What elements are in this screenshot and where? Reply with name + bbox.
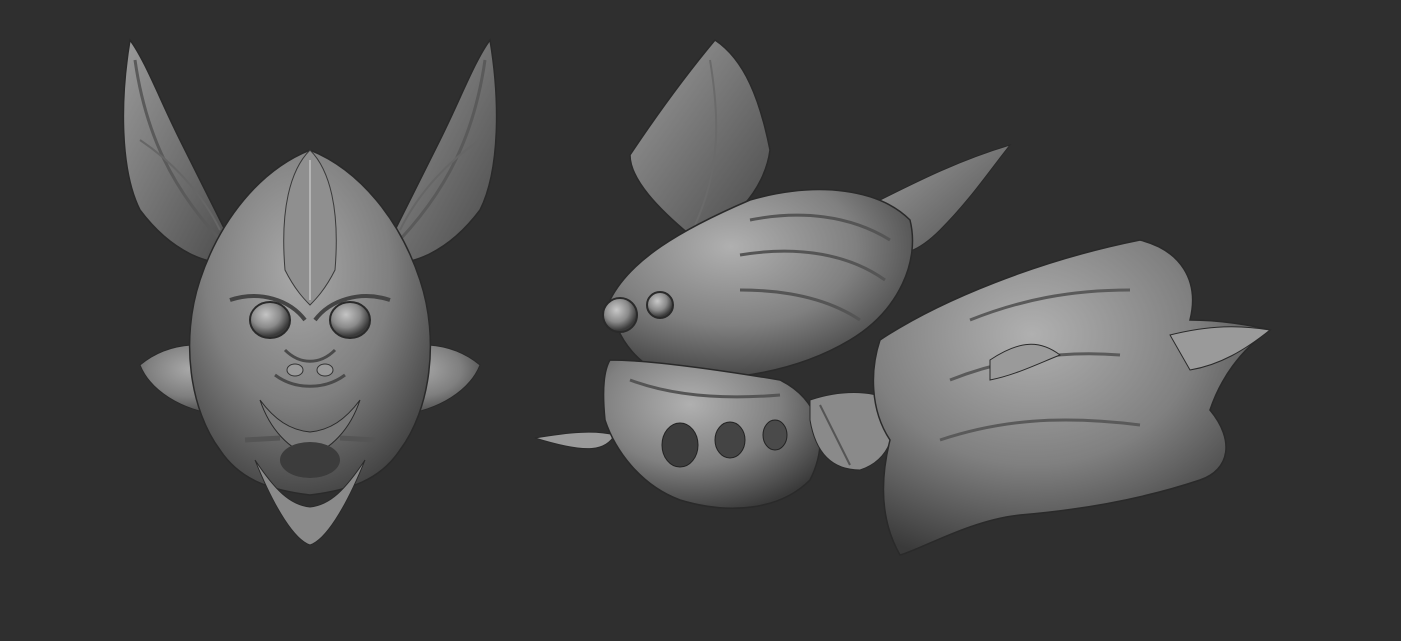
sculpt-viewport — [0, 0, 1401, 641]
side-eye-back — [646, 291, 674, 319]
mandible-spike — [534, 431, 616, 450]
creature-head-side-view — [520, 20, 1300, 580]
creature-head-front-svg — [122, 38, 498, 546]
side-eye-front — [602, 297, 638, 333]
rear-flesh-mass — [872, 239, 1272, 556]
creature-head-front-view — [100, 20, 520, 580]
left-eye — [249, 301, 291, 339]
right-eye — [329, 301, 371, 339]
creature-head-side-svg — [534, 39, 1272, 556]
